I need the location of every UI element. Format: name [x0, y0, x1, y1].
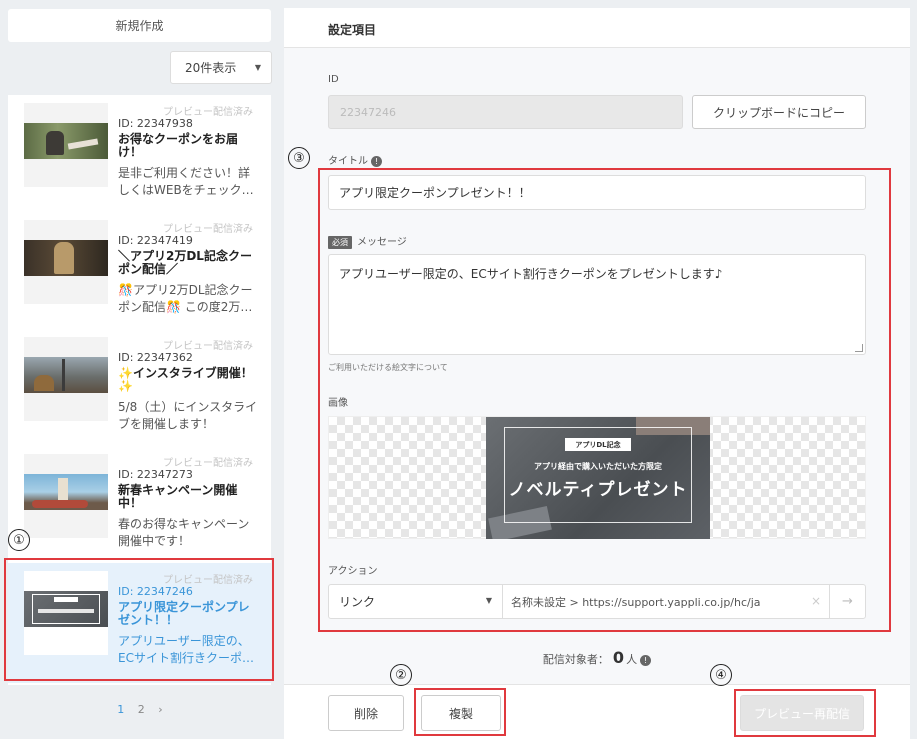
item-title: 新春キャンペーン開催中！	[118, 483, 238, 510]
status-label: プレビュー配信済み	[163, 341, 253, 352]
id-field: 22347246	[328, 95, 683, 129]
item-title: ＼アプリ2万DL記念クーポン配信／	[118, 249, 252, 276]
page-size-value: 20件表示	[185, 61, 237, 75]
list-item[interactable]: プレビュー配信済み ID: 22347419 ＼アプリ2万DL記念クーポン配信／…	[8, 212, 271, 329]
annotation-number-4: ④	[710, 664, 732, 686]
annotation-number-2: ②	[390, 664, 412, 686]
id-label: ID	[328, 74, 339, 85]
pagination: 1 2 ›	[0, 703, 280, 716]
item-id: ID: 22347419	[118, 234, 193, 247]
audience-count: 配信対象者： 0 人!	[284, 648, 910, 667]
status-label: プレビュー配信済み	[163, 458, 253, 469]
item-id: ID: 22347273	[118, 468, 193, 481]
annotation-box-2	[414, 688, 506, 736]
page-2-link[interactable]: 2	[138, 703, 145, 716]
annotation-number-1: ①	[8, 529, 30, 551]
thumbnail-image	[24, 454, 108, 538]
title-label: タイトル	[328, 156, 368, 167]
audience-number: 0	[612, 648, 625, 667]
annotation-box-1	[4, 558, 274, 681]
page-1-link[interactable]: 1	[117, 703, 124, 716]
page-size-select[interactable]: 20件表示 ▼	[170, 51, 272, 84]
thumbnail-image	[24, 337, 108, 421]
item-description: 5/8（土）にインスタライブを開催します！	[118, 400, 258, 431]
panel-title: 設定項目	[284, 8, 910, 48]
title-label-row: タイトル!	[328, 152, 382, 167]
list-item[interactable]: プレビュー配信済み ID: 22347362 ✨インスタライブ開催！✨ 5/8（…	[8, 329, 271, 446]
chevron-down-icon: ▼	[254, 63, 261, 72]
thumbnail-image	[24, 220, 108, 304]
copy-to-clipboard-button[interactable]: クリップボードにコピー	[692, 95, 866, 129]
annotation-box-3	[318, 168, 891, 632]
status-label: プレビュー配信済み	[163, 224, 253, 235]
thumbnail-image	[24, 103, 108, 187]
item-title: ✨インスタライブ開催！✨	[118, 366, 253, 393]
item-description: 春のお得なキャンペーン開催中です！	[118, 517, 250, 548]
new-create-button[interactable]: 新規作成	[8, 9, 271, 42]
status-label: プレビュー配信済み	[163, 107, 253, 118]
audience-unit: 人	[626, 653, 638, 666]
next-page-icon[interactable]: ›	[158, 703, 162, 716]
info-icon[interactable]: !	[640, 654, 652, 666]
list-item[interactable]: プレビュー配信済み ID: 22347938 お得なクーポンをお届け！ 是非ご利…	[8, 95, 271, 212]
audience-label: 配信対象者：	[542, 653, 609, 666]
annotation-number-3: ③	[288, 147, 310, 169]
item-id: ID: 22347362	[118, 351, 193, 364]
list-item[interactable]: プレビュー配信済み ID: 22347273 新春キャンペーン開催中！ 春のお得…	[8, 446, 271, 563]
item-description: 🎊アプリ2万DL記念クーポン配信🎊 この度2万…	[118, 283, 253, 314]
annotation-box-4	[734, 689, 876, 737]
item-id: ID: 22347938	[118, 117, 193, 130]
delete-button[interactable]: 削除	[328, 695, 404, 731]
info-icon[interactable]: !	[371, 155, 382, 167]
item-description: 是非ご利用ください！詳しくはWEBをチェック…	[118, 166, 254, 197]
item-title: お得なクーポンをお届け！	[118, 132, 239, 159]
